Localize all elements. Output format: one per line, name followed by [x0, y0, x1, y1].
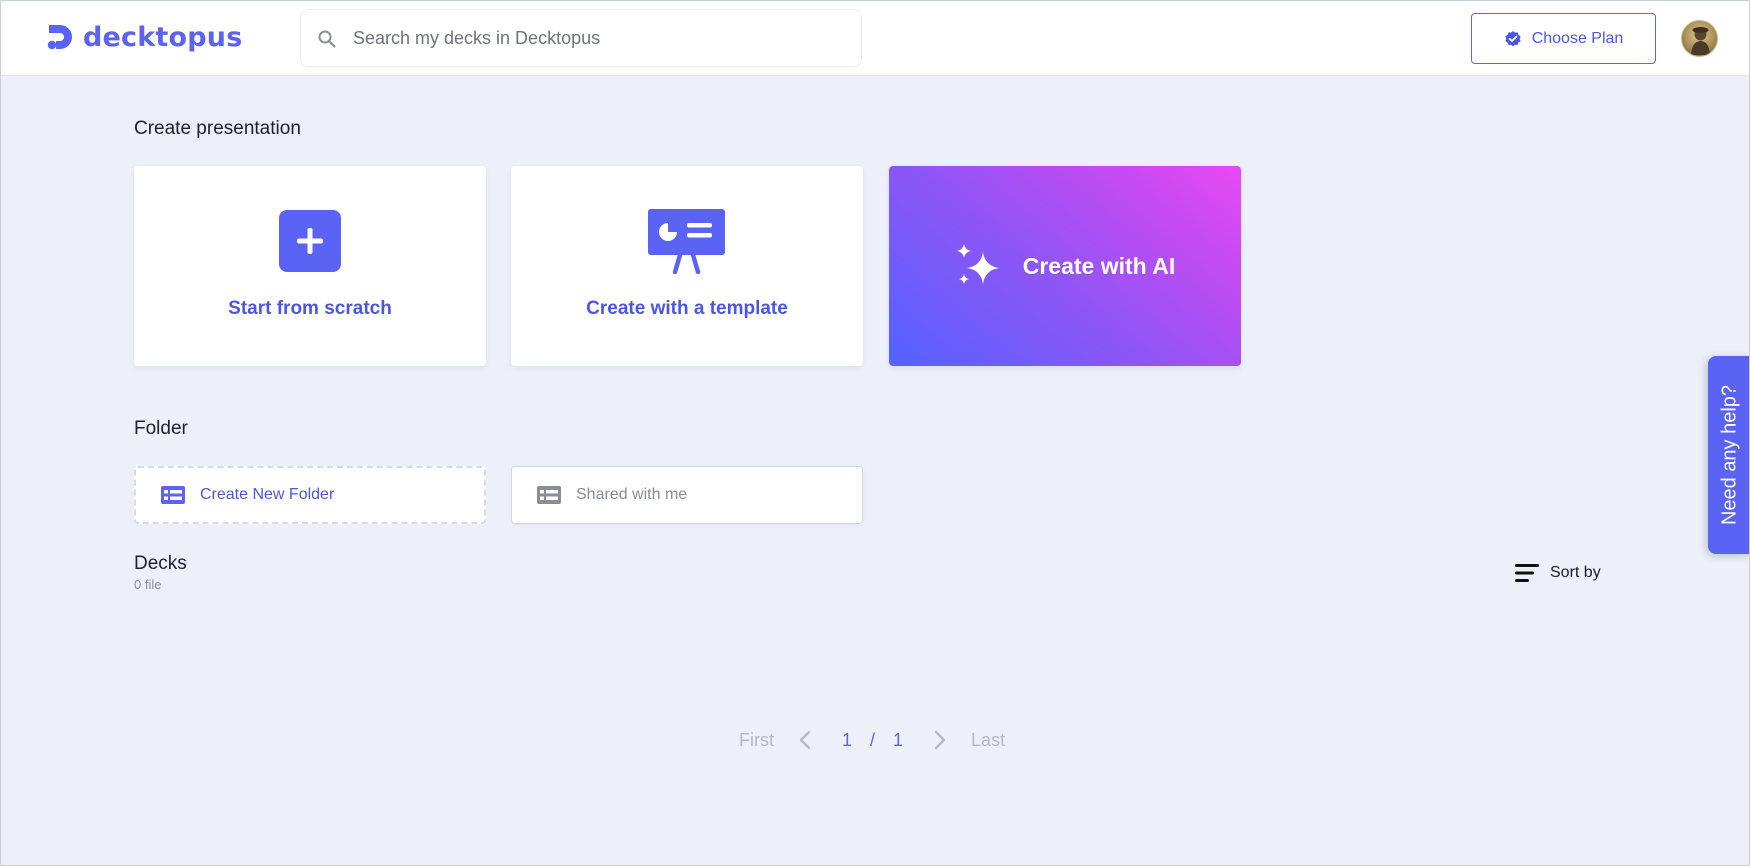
sparkles-icon [956, 244, 999, 284]
pagination: First 1 / 1 Last [739, 727, 1005, 753]
plus-icon [279, 210, 341, 272]
user-avatar[interactable] [1681, 20, 1718, 57]
brand-logo[interactable]: decktopus [45, 21, 242, 53]
sort-by-button[interactable]: Sort by [1514, 559, 1601, 587]
folder-section-title: Folder [134, 418, 188, 439]
pagination-last[interactable]: Last [971, 730, 1005, 751]
need-help-label: Need any help? [1718, 384, 1741, 526]
search-input[interactable] [353, 10, 853, 66]
pagination-current-page: 1 [842, 729, 853, 750]
choose-plan-button[interactable]: Choose Plan [1471, 13, 1656, 64]
create-with-ai-card[interactable]: Create with AI [889, 166, 1241, 366]
create-new-folder-button[interactable]: Create New Folder [134, 466, 486, 524]
top-bar: decktopus Choose Plan [1, 1, 1749, 76]
avatar-image-icon [1691, 27, 1710, 55]
pagination-total-pages: 1 [893, 729, 904, 750]
chevron-right-icon[interactable] [933, 730, 947, 750]
brand-name: decktopus [83, 21, 243, 53]
pagination-separator: / [870, 729, 876, 750]
create-new-folder-label: Create New Folder [200, 486, 335, 503]
chevron-left-icon[interactable] [798, 730, 812, 750]
decks-file-count: 0 file [134, 577, 162, 592]
decks-section-title: Decks [134, 553, 187, 574]
search-icon [318, 30, 336, 48]
create-section-title: Create presentation [134, 118, 301, 139]
app-frame: decktopus Choose Plan Create presen [0, 0, 1750, 866]
shared-folder-icon [537, 486, 561, 504]
decktopus-logo-icon [47, 25, 72, 50]
sort-by-label: Sort by [1550, 564, 1601, 581]
create-with-template-card[interactable]: Create with a template [511, 166, 863, 366]
start-from-scratch-card[interactable]: Start from scratch [134, 166, 486, 366]
shared-with-me-label: Shared with me [576, 486, 688, 503]
shared-with-me-button[interactable]: Shared with me [511, 466, 863, 524]
create-with-ai-label: Create with AI [1022, 252, 1176, 279]
search-bar[interactable] [300, 9, 862, 67]
pagination-first[interactable]: First [739, 730, 774, 751]
sort-lines-icon [1515, 564, 1539, 582]
create-with-template-label: Create with a template [586, 298, 788, 319]
presentation-board-icon [648, 209, 725, 274]
verified-badge-icon [1505, 30, 1521, 46]
start-from-scratch-label: Start from scratch [228, 298, 392, 319]
choose-plan-label: Choose Plan [1531, 29, 1624, 47]
need-help-tab[interactable]: Need any help? [1708, 356, 1749, 554]
folder-list-icon [161, 486, 185, 504]
